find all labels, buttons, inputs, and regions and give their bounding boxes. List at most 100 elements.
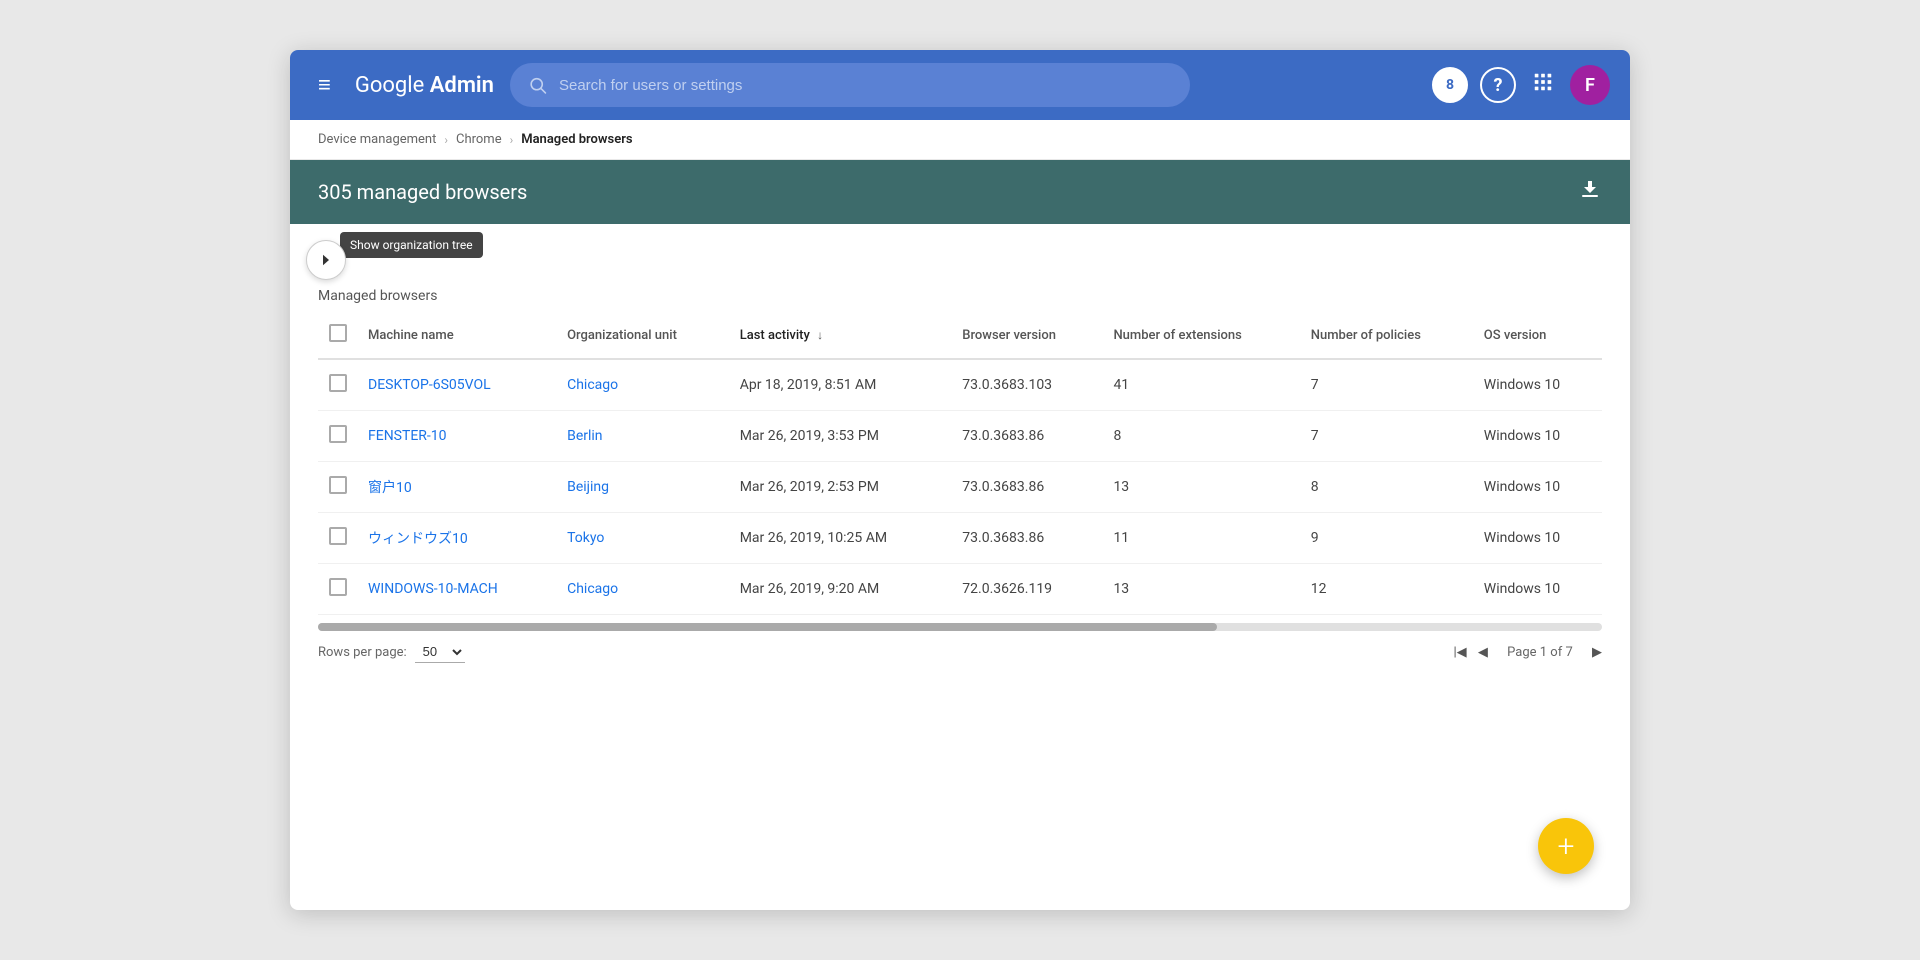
col-last-activity[interactable]: Last activity ↓ — [730, 312, 953, 359]
row-checkbox-cell[interactable] — [318, 513, 358, 564]
cell-machine-name: ウィンドウズ10 — [358, 513, 557, 564]
cell-machine-name: WINDOWS-10-MACH — [358, 564, 557, 615]
search-bar[interactable] — [510, 63, 1190, 107]
user-avatar[interactable]: F — [1570, 65, 1610, 105]
cell-num-policies: 7 — [1301, 411, 1474, 462]
org-unit-link-1[interactable]: Berlin — [567, 428, 602, 444]
org-tree-tooltip: Show organization tree — [340, 232, 483, 258]
help-button[interactable]: ? — [1480, 67, 1516, 103]
col-machine-name[interactable]: Machine name — [358, 312, 557, 359]
machine-name-link-0[interactable]: DESKTOP-6S05VOL — [368, 377, 491, 393]
cell-num-extensions: 8 — [1103, 411, 1300, 462]
select-all-checkbox[interactable] — [329, 324, 347, 342]
row-checkbox-3[interactable] — [329, 527, 347, 545]
pagination-info: |◀ ◀ Page 1 of 7 ▶ — [1454, 645, 1603, 660]
org-unit-link-4[interactable]: Chicago — [567, 581, 618, 597]
cell-os-version: Windows 10 — [1474, 359, 1602, 411]
org-unit-link-0[interactable]: Chicago — [567, 377, 618, 393]
next-page-icon[interactable]: ▶ — [1592, 645, 1602, 660]
col-org-unit[interactable]: Organizational unit — [557, 312, 730, 359]
cell-last-activity: Mar 26, 2019, 10:25 AM — [730, 513, 953, 564]
cell-os-version: Windows 10 — [1474, 411, 1602, 462]
table-header-row: Machine name Organizational unit Last ac… — [318, 312, 1602, 359]
cell-org-unit: Beijing — [557, 462, 730, 513]
cell-browser-version: 73.0.3683.86 — [952, 462, 1103, 513]
row-checkbox-0[interactable] — [329, 374, 347, 392]
breadcrumb-device-management[interactable]: Device management — [318, 132, 436, 147]
cell-last-activity: Mar 26, 2019, 9:20 AM — [730, 564, 953, 615]
cell-num-extensions: 41 — [1103, 359, 1300, 411]
table-row: ウィンドウズ10 Tokyo Mar 26, 2019, 10:25 AM 73… — [318, 513, 1602, 564]
add-fab-button[interactable]: + — [1538, 818, 1594, 874]
rows-per-page-label: Rows per page: — [318, 645, 407, 660]
cell-num-policies: 12 — [1301, 564, 1474, 615]
machine-name-link-3[interactable]: ウィンドウズ10 — [368, 531, 468, 547]
cell-browser-version: 73.0.3683.86 — [952, 513, 1103, 564]
machine-name-link-2[interactable]: 窗户10 — [368, 480, 412, 496]
first-page-icon[interactable]: |◀ — [1454, 645, 1467, 660]
cell-browser-version: 73.0.3683.86 — [952, 411, 1103, 462]
search-icon — [528, 75, 547, 95]
cell-browser-version: 73.0.3683.103 — [952, 359, 1103, 411]
cell-num-extensions: 13 — [1103, 564, 1300, 615]
table-row: FENSTER-10 Berlin Mar 26, 2019, 3:53 PM … — [318, 411, 1602, 462]
sub-header-text: Managed browsers — [318, 288, 437, 304]
scrollbar-track — [318, 623, 1602, 631]
rows-per-page-control: Rows per page: 50 25 100 — [318, 641, 465, 663]
cell-num-extensions: 13 — [1103, 462, 1300, 513]
row-checkbox-2[interactable] — [329, 476, 347, 494]
prev-page-icon[interactable]: ◀ — [1478, 645, 1488, 660]
col-os-version[interactable]: OS version — [1474, 312, 1602, 359]
search-input[interactable] — [559, 77, 1172, 94]
org-unit-link-3[interactable]: Tokyo — [567, 530, 604, 546]
cell-os-version: Windows 10 — [1474, 462, 1602, 513]
org-unit-link-2[interactable]: Beijing — [567, 479, 609, 495]
cell-os-version: Windows 10 — [1474, 513, 1602, 564]
machine-name-link-4[interactable]: WINDOWS-10-MACH — [368, 581, 498, 597]
cell-machine-name: 窗户10 — [358, 462, 557, 513]
cell-browser-version: 72.0.3626.119 — [952, 564, 1103, 615]
col-num-policies[interactable]: Number of policies — [1301, 312, 1474, 359]
row-checkbox-1[interactable] — [329, 425, 347, 443]
apps-grid-button[interactable] — [1528, 67, 1558, 103]
page-label: Page 1 of 7 — [1507, 645, 1573, 660]
sort-desc-icon: ↓ — [817, 328, 823, 342]
cell-last-activity: Mar 26, 2019, 2:53 PM — [730, 462, 953, 513]
app-logo: Google Admin — [355, 73, 494, 98]
cell-num-extensions: 11 — [1103, 513, 1300, 564]
org-tree-section: Show organization tree — [290, 224, 1630, 280]
cell-org-unit: Chicago — [557, 359, 730, 411]
cell-last-activity: Apr 18, 2019, 8:51 AM — [730, 359, 953, 411]
row-checkbox-cell[interactable] — [318, 359, 358, 411]
col-num-extensions[interactable]: Number of extensions — [1103, 312, 1300, 359]
download-icon[interactable] — [1578, 177, 1602, 207]
rows-per-page-select[interactable]: 50 25 100 — [415, 641, 465, 663]
machine-name-link-1[interactable]: FENSTER-10 — [368, 428, 447, 444]
browsers-table: Machine name Organizational unit Last ac… — [318, 312, 1602, 615]
page-header: 305 managed browsers — [290, 160, 1630, 224]
cell-org-unit: Berlin — [557, 411, 730, 462]
cell-org-unit: Chicago — [557, 564, 730, 615]
cell-num-policies: 7 — [1301, 359, 1474, 411]
notifications-badge[interactable]: 8 — [1432, 67, 1468, 103]
menu-icon[interactable]: ≡ — [310, 68, 339, 102]
col-browser-version[interactable]: Browser version — [952, 312, 1103, 359]
row-checkbox-cell[interactable] — [318, 462, 358, 513]
cell-num-policies: 9 — [1301, 513, 1474, 564]
horizontal-scrollbar[interactable] — [290, 623, 1630, 631]
row-checkbox-cell[interactable] — [318, 411, 358, 462]
row-checkbox-4[interactable] — [329, 578, 347, 596]
sub-header: Managed browsers — [290, 280, 1630, 304]
table-footer: Rows per page: 50 25 100 |◀ ◀ Page 1 of … — [290, 631, 1630, 673]
select-all-header[interactable] — [318, 312, 358, 359]
cell-num-policies: 8 — [1301, 462, 1474, 513]
show-org-tree-button[interactable] — [306, 240, 346, 280]
row-checkbox-cell[interactable] — [318, 564, 358, 615]
scrollbar-thumb[interactable] — [318, 623, 1217, 631]
breadcrumb-sep-2: › — [510, 133, 514, 147]
breadcrumb-chrome[interactable]: Chrome — [456, 132, 502, 147]
topbar-actions: 8 ? F — [1432, 65, 1610, 105]
main-window: ≡ Google Admin 8 ? — [290, 50, 1630, 910]
table-row: WINDOWS-10-MACH Chicago Mar 26, 2019, 9:… — [318, 564, 1602, 615]
page-title: 305 managed browsers — [318, 180, 527, 204]
